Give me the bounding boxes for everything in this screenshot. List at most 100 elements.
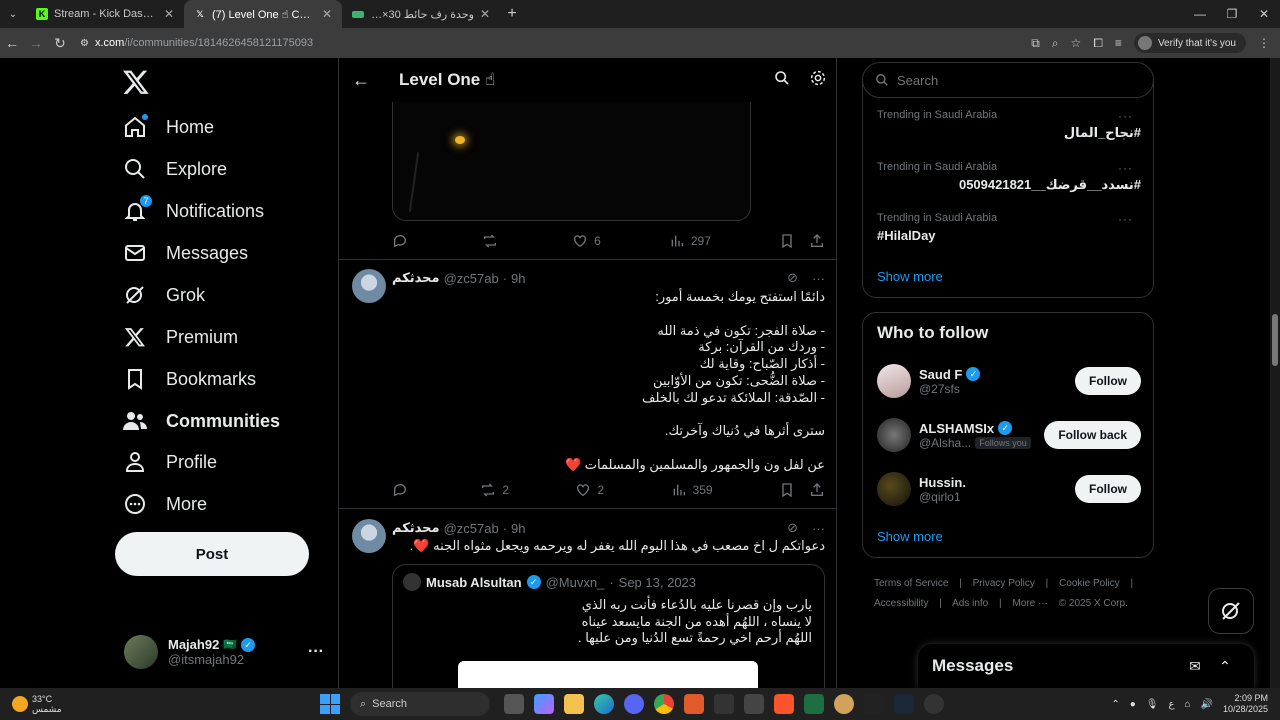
repost-button[interactable]: 2 [480, 482, 509, 498]
back-arrow-icon[interactable]: ← [341, 70, 381, 91]
star-icon[interactable]: ☆ [1071, 36, 1082, 50]
browser-tab[interactable]: وحدة رف حائط 30×190 سم لون ✕ [342, 0, 500, 28]
windows-start-icon[interactable] [320, 694, 340, 714]
address-bar[interactable]: ⚙ x.com/i/communities/181462645812117509… [80, 37, 1031, 49]
trend-item[interactable]: Trending in Saudi Arabia #نجاح_المال ··· [877, 109, 1141, 141]
media-control-icon[interactable]: ≡ [1115, 36, 1122, 50]
grok-floating-button[interactable] [1208, 588, 1254, 634]
more-dots-icon[interactable]: ··· [1118, 109, 1133, 123]
site-info-icon[interactable]: ⚙ [80, 38, 89, 49]
footer-link[interactable]: Accessibility [874, 598, 928, 609]
network-icon[interactable]: ⌂ [1184, 699, 1190, 710]
page-scrollbar[interactable] [1270, 58, 1280, 688]
more-dots-icon[interactable]: ··· [812, 521, 825, 536]
nav-profile[interactable]: Profile [122, 442, 217, 482]
tweet-time[interactable]: 9h [511, 271, 525, 286]
app-icon[interactable] [684, 694, 704, 714]
copilot-icon[interactable] [534, 694, 554, 714]
footer-link[interactable]: Cookie Policy [1059, 578, 1120, 589]
task-view-icon[interactable] [504, 694, 524, 714]
tweet-handle[interactable]: @zc57ab [444, 521, 499, 536]
follow-button[interactable]: Follow [1075, 475, 1141, 503]
follow-suggestion[interactable]: Saud F ✓ @27sfs Follow [877, 361, 1141, 401]
extensions-icon[interactable]: ⧠ [1093, 36, 1103, 51]
show-more-link[interactable]: Show more [877, 269, 943, 284]
taskbar-search[interactable]: ⌕ Search [350, 692, 490, 716]
views-button[interactable]: 297 [669, 233, 711, 249]
tweet-author[interactable]: محدثكم [392, 520, 440, 536]
more-dots-icon[interactable]: ··· [308, 643, 324, 661]
back-arrow-icon[interactable]: ← [0, 35, 24, 51]
grok-icon[interactable]: ⊘ [787, 520, 798, 536]
share-icon[interactable] [809, 482, 825, 498]
nav-explore[interactable]: Explore [122, 149, 227, 189]
cast-icon[interactable]: ⧉ [1031, 36, 1040, 51]
follow-suggestion[interactable]: Hussin. @qirlo1 Follow [877, 469, 1141, 509]
messages-drawer[interactable]: Messages ✉ ⌃ [918, 644, 1254, 688]
follow-button[interactable]: Follow [1075, 367, 1141, 395]
browser-tab[interactable]: K Stream - Kick Dashboard ✕ [26, 0, 184, 28]
show-more-link[interactable]: Show more [877, 529, 943, 544]
gear-icon[interactable] [800, 69, 836, 92]
reply-button[interactable] [392, 233, 414, 249]
excel-icon[interactable] [804, 694, 824, 714]
steam-icon[interactable] [894, 694, 914, 714]
footer-link[interactable]: Privacy Policy [973, 578, 1035, 589]
chrome-icon[interactable] [654, 694, 674, 714]
more-dots-icon[interactable]: ··· [1118, 212, 1133, 226]
app-icon[interactable] [864, 694, 884, 714]
tab-close-icon[interactable]: ✕ [164, 7, 174, 21]
microphone-icon[interactable]: 🎙 [1146, 699, 1159, 710]
language-indicator[interactable]: ع [1168, 699, 1174, 710]
tray-app-icon[interactable]: ● [1130, 699, 1136, 710]
post-button[interactable]: Post [115, 532, 309, 576]
tweet-author[interactable]: محدثكم [392, 270, 440, 286]
browser-menu-icon[interactable]: ⋮ [1258, 36, 1270, 50]
nav-premium[interactable]: Premium [122, 317, 238, 357]
search-box[interactable] [862, 62, 1154, 98]
like-button[interactable]: 6 [572, 233, 601, 249]
search-icon[interactable] [764, 70, 800, 91]
nav-more[interactable]: More [122, 484, 207, 524]
reload-icon[interactable]: ↻ [48, 35, 72, 52]
tweet-media[interactable] [392, 102, 751, 221]
app-icon[interactable] [714, 694, 734, 714]
like-button[interactable]: 2 [575, 482, 604, 498]
quoted-tweet[interactable]: Musab Alsultan ✓ @Muvxn_ · Sep 13, 2023 … [392, 564, 825, 688]
app-icon[interactable] [924, 694, 944, 714]
share-icon[interactable] [809, 233, 825, 249]
edge-icon[interactable] [594, 694, 614, 714]
nav-home[interactable]: Home [122, 107, 214, 147]
trend-item[interactable]: Trending in Saudi Arabia #نسدد__قرضك__05… [877, 161, 1141, 193]
search-input[interactable] [897, 72, 1153, 88]
bookmark-icon[interactable] [779, 233, 795, 249]
grok-icon[interactable]: ⊘ [787, 270, 798, 286]
volume-icon[interactable]: 🔊 [1201, 699, 1213, 710]
tweet-time[interactable]: 9h [511, 521, 525, 536]
close-window-button[interactable]: ✕ [1248, 0, 1280, 28]
brave-icon[interactable] [774, 694, 794, 714]
file-explorer-icon[interactable] [564, 694, 584, 714]
nav-grok[interactable]: Grok [122, 275, 205, 315]
zoom-icon[interactable]: ⌕ [1052, 36, 1059, 51]
trend-item[interactable]: Trending in Saudi Arabia #HilalDay ··· [877, 212, 1141, 243]
app-icon[interactable] [744, 694, 764, 714]
avatar[interactable] [352, 269, 386, 303]
nav-bookmarks[interactable]: Bookmarks [122, 359, 256, 399]
repost-button[interactable] [482, 233, 504, 249]
views-button[interactable]: 359 [671, 482, 713, 498]
forward-arrow-icon[interactable]: → [24, 35, 48, 51]
tab-close-icon[interactable]: ✕ [480, 7, 490, 21]
weather-widget[interactable]: 33°C مشمس [0, 694, 320, 714]
avatar[interactable] [352, 519, 386, 553]
footer-link[interactable]: Terms of Service [874, 578, 948, 589]
expand-chevron-icon[interactable]: ⌃ [1210, 658, 1240, 675]
more-dots-icon[interactable]: ··· [1118, 161, 1133, 175]
tab-list-chevron-icon[interactable]: ⌄ [0, 9, 26, 20]
profile-chip[interactable]: Verify that it's you [1133, 33, 1246, 53]
nav-notifications[interactable]: 7 Notifications [122, 191, 264, 231]
account-switcher[interactable]: Majah92 🇸🇦 ✓ @itsmajah92 ··· [124, 632, 324, 672]
nav-messages[interactable]: Messages [122, 233, 248, 273]
scrollbar-thumb[interactable] [1272, 314, 1278, 366]
nav-communities[interactable]: Communities [122, 401, 280, 441]
